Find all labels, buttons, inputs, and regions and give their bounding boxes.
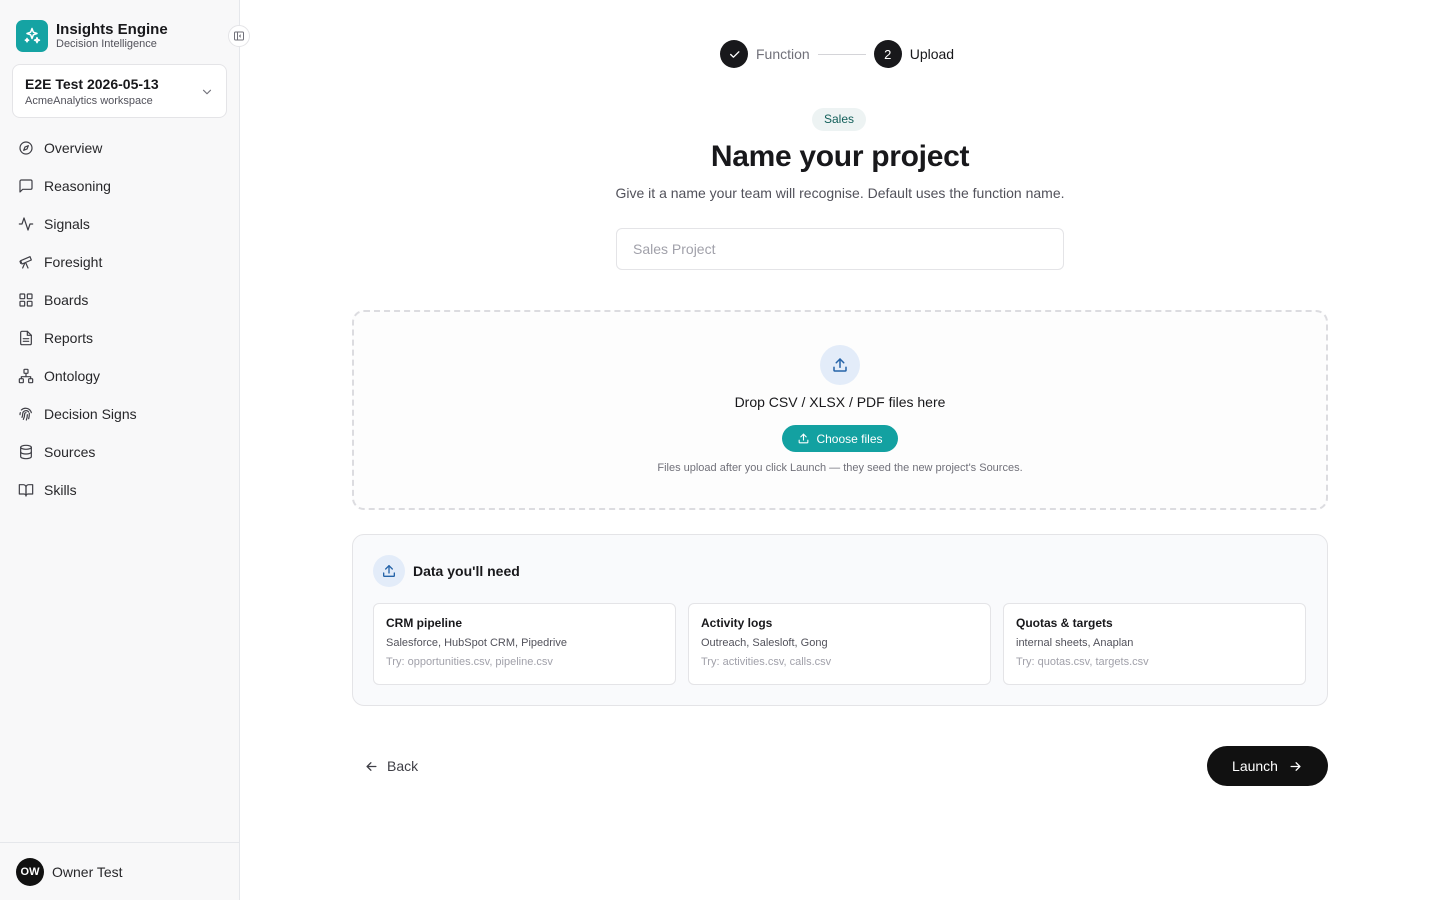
- launch-button[interactable]: Launch: [1207, 746, 1328, 786]
- sidebar-item-label: Overview: [44, 140, 103, 156]
- step-connector: [817, 53, 866, 55]
- sidebar-item-label: Reports: [44, 330, 94, 346]
- chevron-down-icon: [202, 89, 212, 95]
- user-name: Owner Test: [52, 863, 123, 880]
- back-button[interactable]: Back: [364, 754, 418, 778]
- sidebar-item-signals[interactable]: Signals: [8, 205, 232, 243]
- grid-icon: [18, 292, 34, 308]
- data-card-activity-logs: Activity logs Outreach, Salesloft, Gong …: [688, 603, 991, 685]
- function-tag: Sales: [812, 108, 867, 131]
- card-title: Activity logs: [701, 616, 773, 630]
- workspace-name: E2E Test 2026-05-13: [25, 76, 159, 92]
- sidebar-item-reasoning[interactable]: Reasoning: [8, 167, 232, 205]
- card-tools: Outreach, Salesloft, Gong: [701, 637, 828, 649]
- page-subtitle: Give it a name your team will recognise.…: [615, 185, 1065, 201]
- choose-files-button[interactable]: Choose files: [782, 425, 898, 452]
- project-name-input[interactable]: [616, 228, 1064, 270]
- activity-icon: [18, 216, 34, 232]
- file-dropzone[interactable]: Drop CSV / XLSX / PDF files here Choose …: [352, 310, 1328, 510]
- data-needed-cards: CRM pipeline Salesforce, HubSpot CRM, Pi…: [373, 603, 1306, 685]
- arrow-left-icon: [366, 761, 377, 771]
- step-label-upload: Upload: [909, 46, 955, 62]
- sidebar-item-foresight[interactable]: Foresight: [8, 243, 232, 281]
- sidebar-item-overview[interactable]: Overview: [8, 129, 232, 167]
- card-tools: internal sheets, Anaplan: [1016, 637, 1134, 649]
- data-card-quotas-targets: Quotas & targets internal sheets, Anapla…: [1003, 603, 1306, 685]
- workspace-subtitle: AcmeAnalytics workspace: [25, 95, 153, 107]
- sidebar-item-label: Boards: [44, 292, 89, 308]
- sidebar-item-label: Skills: [44, 482, 77, 498]
- sidebar-item-boards[interactable]: Boards: [8, 281, 232, 319]
- data-needed-panel: Data you'll need CRM pipeline Salesforce…: [352, 534, 1328, 706]
- step-complete-circle: [720, 40, 748, 68]
- sidebar-item-label: Sources: [44, 444, 96, 460]
- card-title: Quotas & targets: [1016, 616, 1113, 630]
- data-needed-title: Data you'll need: [413, 563, 520, 579]
- dropzone-note: Files upload after you click Launch — th…: [657, 462, 1023, 474]
- sidebar-item-label: Decision Signs: [44, 406, 137, 422]
- avatar: OW: [16, 857, 44, 886]
- sidebar-item-label: Reasoning: [44, 178, 111, 194]
- sidebar-item-label: Ontology: [44, 368, 101, 384]
- file-text-icon: [18, 330, 34, 346]
- launch-label: Launch: [1232, 758, 1278, 774]
- card-try: Try: opportunities.csv, pipeline.csv: [386, 656, 553, 668]
- message-square-icon: [18, 178, 34, 194]
- card-try: Try: activities.csv, calls.csv: [701, 656, 832, 668]
- step-label-function: Function: [756, 46, 810, 62]
- card-tools: Salesforce, HubSpot CRM, Pipedrive: [386, 637, 567, 649]
- brand-subtitle: Decision Intelligence: [56, 38, 157, 50]
- workspace-switcher[interactable]: E2E Test 2026-05-13 AcmeAnalytics worksp…: [12, 64, 227, 118]
- sidebar-item-ontology[interactable]: Ontology: [8, 357, 232, 395]
- sidebar-item-label: Signals: [44, 216, 90, 232]
- sparkles-icon: [16, 20, 48, 52]
- data-card-crm-pipeline: CRM pipeline Salesforce, HubSpot CRM, Pi…: [373, 603, 676, 685]
- sidebar-nav: Overview Reasoning Signals Foresight Boa…: [8, 129, 232, 509]
- sidebar-item-skills[interactable]: Skills: [8, 471, 232, 509]
- sidebar: Insights Engine Decision Intelligence E2…: [0, 0, 250, 900]
- sidebar-item-decision-signs[interactable]: Decision Signs: [8, 395, 232, 433]
- brand-name: Insights Engine: [56, 21, 168, 38]
- book-open-icon: [18, 482, 34, 498]
- fingerprint-icon: [18, 406, 34, 422]
- compass-icon: [18, 140, 34, 156]
- telescope-icon: [18, 254, 34, 270]
- upload-icon: [820, 345, 860, 385]
- choose-files-label: Choose files: [816, 431, 883, 446]
- card-try: Try: quotas.csv, targets.csv: [1016, 656, 1149, 668]
- arrow-right-icon: [1288, 759, 1303, 774]
- card-title: CRM pipeline: [386, 616, 463, 630]
- sidebar-item-reports[interactable]: Reports: [8, 319, 232, 357]
- brand: Insights Engine Decision Intelligence: [16, 20, 168, 52]
- user-menu[interactable]: OW Owner Test: [0, 842, 239, 900]
- sidebar-item-label: Foresight: [44, 254, 103, 270]
- stepper: Function 2 Upload: [720, 40, 954, 68]
- step-number-circle: 2: [873, 40, 902, 68]
- page-title: Name your project: [710, 140, 970, 173]
- sidebar-item-sources[interactable]: Sources: [8, 433, 232, 471]
- network-icon: [18, 368, 34, 384]
- database-icon: [18, 444, 34, 460]
- check-icon: [729, 50, 740, 58]
- upload-icon: [373, 555, 405, 587]
- back-label: Back: [387, 758, 419, 774]
- collapse-sidebar-button[interactable]: [228, 25, 250, 47]
- dropzone-title: Drop CSV / XLSX / PDF files here: [734, 394, 946, 410]
- upload-icon: [799, 433, 809, 444]
- sidebar-toggle-icon: [234, 31, 244, 41]
